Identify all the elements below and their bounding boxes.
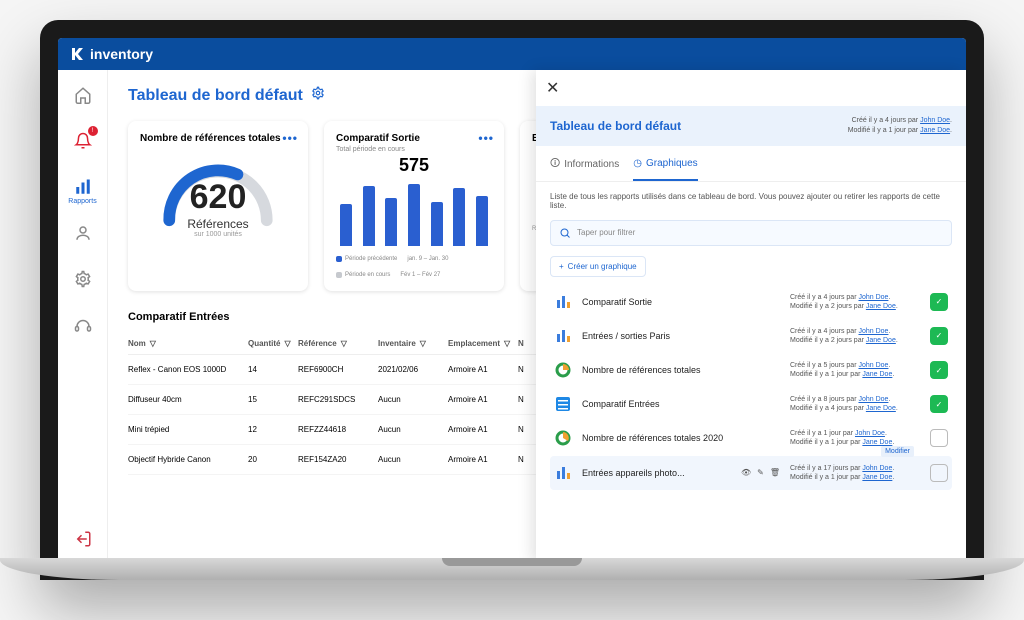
tab-graphiques[interactable]: ◷Graphiques <box>633 156 697 181</box>
chart-type-icon <box>554 361 572 379</box>
link-user[interactable]: John Doe <box>855 430 885 437</box>
search-icon <box>559 227 571 239</box>
graph-meta: Créé il y a 1 jour par John Doe.Modifié … <box>790 429 920 447</box>
graph-name: Entrées / sorties Paris <box>582 331 780 341</box>
graph-list-item[interactable]: Entrées / sorties Paris Créé il y a 4 jou… <box>550 319 952 353</box>
tooltip-edit: Modifier <box>881 446 914 457</box>
graph-toggle-checkbox[interactable]: ✓ <box>930 361 948 379</box>
drawer-title: Tableau de bord défaut <box>550 119 681 133</box>
nav-support[interactable] <box>72 314 94 336</box>
card-bars: Comparatif Sortie Total période en cours… <box>324 121 504 291</box>
chart-type-icon <box>554 464 572 482</box>
th-emp[interactable]: Emplacement <box>448 339 500 348</box>
nav-logout[interactable] <box>72 528 94 550</box>
graph-meta: Créé il y a 5 jours par John Doe.Modifié… <box>790 361 920 379</box>
graph-name: Comparatif Entrées <box>582 399 780 409</box>
th-x[interactable]: N <box>518 339 524 348</box>
graph-toggle-checkbox[interactable]: ✓ <box>930 395 948 413</box>
drawer-close-icon[interactable]: ✕ <box>536 70 966 106</box>
th-inv[interactable]: Inventaire <box>378 339 416 348</box>
card-gauge-title: Nombre de références totales <box>140 133 296 144</box>
link-user[interactable]: Jane Doe <box>866 337 896 344</box>
filter-icon[interactable]: ▽ <box>284 339 290 348</box>
graph-name: Nombre de références totales <box>582 365 780 375</box>
notif-badge: ! <box>88 126 98 136</box>
chart-type-icon <box>554 327 572 345</box>
link-user[interactable]: Jane Doe <box>862 474 892 481</box>
graph-meta: Créé il y a 4 jours par John Doe.Modifié… <box>790 293 920 311</box>
graph-toggle-checkbox[interactable] <box>930 429 948 447</box>
link-user[interactable]: John Doe <box>862 465 892 472</box>
gauge-sublabel: sur 1000 unités <box>194 231 242 238</box>
graph-toggle-checkbox[interactable] <box>930 464 948 482</box>
sidebar: ! Rapports <box>58 70 108 562</box>
link-user[interactable]: Jane Doe <box>862 371 892 378</box>
graph-name: Nombre de références totales 2020 <box>582 433 780 443</box>
page-title: Tableau de bord défaut <box>128 87 303 105</box>
card-bars-title: Comparatif Sortie <box>336 133 492 144</box>
link-user[interactable]: Jane Doe <box>866 405 896 412</box>
filter-icon[interactable]: ▽ <box>341 339 347 348</box>
link-creator[interactable]: John Doe <box>920 117 950 124</box>
nav-reports-label: Rapports <box>68 198 96 205</box>
graph-list-item[interactable]: Entrées appareils photo...👁✎🗑ModifierCré… <box>550 456 952 490</box>
app-name: inventory <box>90 46 153 62</box>
graph-toggle-checkbox[interactable]: ✓ <box>930 327 948 345</box>
card-gauge: Nombre de références totales ••• 620 Réf… <box>128 121 308 291</box>
graph-name: Comparatif Sortie <box>582 297 780 307</box>
chart-type-icon <box>554 429 572 447</box>
filter-icon[interactable]: ▽ <box>420 339 426 348</box>
filter-input[interactable]: Taper pour filtrer <box>550 220 952 246</box>
nav-home[interactable] <box>72 84 94 106</box>
card-bars-value: 575 <box>336 155 492 176</box>
link-modifier[interactable]: Jane Doe <box>920 127 950 134</box>
chart-type-icon <box>554 293 572 311</box>
th-nom[interactable]: Nom <box>128 339 146 348</box>
graph-list-item[interactable]: Comparatif Sortie Créé il y a 4 jours par… <box>550 285 952 319</box>
view-icon[interactable]: 👁 <box>741 468 751 477</box>
app-topbar: inventory <box>58 38 966 70</box>
filter-icon[interactable]: ▽ <box>504 339 510 348</box>
card-gauge-menu[interactable]: ••• <box>282 131 298 145</box>
create-graph-button[interactable]: + Créer un graphique <box>550 256 646 277</box>
link-user[interactable]: Jane Doe <box>866 303 896 310</box>
th-qte[interactable]: Quantité <box>248 339 280 348</box>
gauge-label: Références <box>187 217 248 231</box>
barchart-icon <box>336 184 492 246</box>
graph-meta: Créé il y a 17 jours par John Doe.Modifi… <box>790 464 920 482</box>
graph-name: Entrées appareils photo... <box>582 468 731 478</box>
card-bars-subtitle: Total période en cours <box>336 146 492 153</box>
card-bars-legend: Période précédente jan. 9 – Jan. 30 Péri… <box>336 256 492 278</box>
tab-informations[interactable]: 🛈Informations <box>550 156 619 181</box>
page-settings-icon[interactable] <box>311 86 325 105</box>
graph-meta: Créé il y a 8 jours par John Doe.Modifié… <box>790 395 920 413</box>
nav-user[interactable] <box>72 222 94 244</box>
link-user[interactable]: John Doe <box>858 328 888 335</box>
plus-icon: + <box>559 262 564 271</box>
chart-type-icon <box>554 395 572 413</box>
link-user[interactable]: John Doe <box>858 362 888 369</box>
graph-toggle-checkbox[interactable]: ✓ <box>930 293 948 311</box>
drawer: ✕ Tableau de bord défaut Créé il y a 4 j… <box>536 70 966 562</box>
graph-list-item[interactable]: Nombre de références totales Créé il y a … <box>550 353 952 387</box>
gauge-value: 620 <box>190 178 247 217</box>
drawer-description: Liste de tous les rapports utilisés dans… <box>550 192 952 210</box>
delete-icon[interactable]: 🗑 <box>770 468 780 477</box>
link-user[interactable]: John Doe <box>858 294 888 301</box>
nav-settings[interactable] <box>72 268 94 290</box>
nav-alerts[interactable]: ! <box>72 130 94 152</box>
card-bars-menu[interactable]: ••• <box>478 131 494 145</box>
nav-reports[interactable]: Rapports <box>72 176 94 198</box>
graph-meta: Créé il y a 4 jours par John Doe.Modifié… <box>790 327 920 345</box>
drawer-meta: Créé il y a 4 jours par John Doe. Modifi… <box>848 116 952 136</box>
filter-icon[interactable]: ▽ <box>150 339 156 348</box>
graph-list-item[interactable]: Comparatif Entrées Créé il y a 8 jours pa… <box>550 387 952 421</box>
link-user[interactable]: John Doe <box>858 396 888 403</box>
edit-icon[interactable]: ✎ <box>757 468 764 477</box>
th-ref[interactable]: Référence <box>298 339 337 348</box>
app-logo: inventory <box>70 46 153 62</box>
